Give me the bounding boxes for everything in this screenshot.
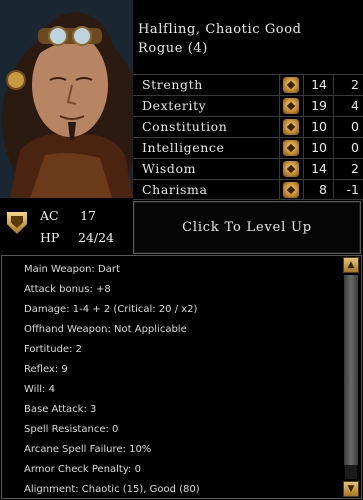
table-divider (279, 74, 280, 200)
strength-icon (283, 77, 299, 93)
list-item: Offhand Weapon: Not Applicable (24, 324, 187, 335)
ability-name: Intelligence (142, 140, 225, 155)
level-up-button[interactable]: Click To Level Up (133, 201, 361, 254)
scrollbar-thumb[interactable] (344, 275, 358, 465)
character-record-panel: Halfling, Chaotic Good Rogue (4) Strengt… (0, 0, 363, 500)
dexterity-icon (283, 98, 299, 114)
level-up-label: Click To Level Up (182, 220, 312, 235)
ability-score: 19 (311, 98, 327, 113)
scroll-up-arrow-icon[interactable]: ▲ (343, 257, 359, 273)
scroll-down-arrow-icon[interactable]: ▼ (343, 481, 359, 497)
list-item: Damage: 1-4 + 2 (Critical: 20 / x2) (24, 304, 198, 315)
ability-modifier: 0 (351, 140, 359, 155)
hp-label: HP (40, 230, 60, 245)
list-item: Armor Check Penalty: 0 (24, 464, 141, 475)
constitution-icon (283, 119, 299, 135)
list-item: Fortitude: 2 (24, 344, 83, 355)
ability-score: 8 (319, 182, 327, 197)
ability-name: Dexterity (142, 98, 207, 113)
race-alignment-text: Halfling, Chaotic Good (138, 22, 302, 37)
ability-name: Wisdom (142, 161, 197, 176)
ability-modifier: -1 (346, 182, 359, 197)
charisma-icon (283, 182, 299, 198)
character-summary: Halfling, Chaotic Good Rogue (4) (138, 20, 358, 58)
ability-row-wisdom[interactable]: Wisdom 14 2 (133, 158, 363, 179)
list-item: Main Weapon: Dart (24, 264, 120, 275)
ability-modifier: 4 (351, 98, 359, 113)
wisdom-icon (283, 161, 299, 177)
ability-name: Strength (142, 77, 203, 92)
ac-value: 17 (80, 208, 96, 223)
ability-score: 14 (311, 77, 327, 92)
list-item: Will: 4 (24, 384, 55, 395)
class-level-text: Rogue (4) (138, 41, 208, 56)
ability-name: Constitution (142, 119, 228, 134)
ability-row-dexterity[interactable]: Dexterity 19 4 (133, 95, 363, 116)
table-divider (303, 74, 304, 200)
hp-value: 24/24 (77, 230, 114, 245)
ability-row-strength[interactable]: Strength 14 2 (133, 74, 363, 95)
list-item: Attack bonus: +8 (24, 284, 111, 295)
ability-score: 10 (311, 119, 327, 134)
list-item: Reflex: 9 (24, 364, 68, 375)
list-item: Arcane Spell Failure: 10% (24, 444, 152, 455)
intelligence-icon (283, 140, 299, 156)
ability-modifier: 2 (351, 161, 359, 176)
ability-scores-table: Strength 14 2 Dexterity 19 4 Constitutio… (133, 74, 363, 200)
list-item: Spell Resistance: 0 (24, 424, 119, 435)
list-item: Base Attack: 3 (24, 404, 97, 415)
character-portrait (0, 0, 133, 198)
ability-row-constitution[interactable]: Constitution 10 0 (133, 116, 363, 137)
list-item: Alignment: Chaotic (15), Good (80) (24, 484, 200, 495)
details-scrollbar[interactable]: ▲ ▼ (343, 257, 359, 497)
ability-score: 10 (311, 140, 327, 155)
armor-shield-icon (7, 212, 27, 234)
ability-modifier: 0 (351, 119, 359, 134)
ability-row-intelligence[interactable]: Intelligence 10 0 (133, 137, 363, 158)
table-divider (333, 74, 334, 200)
ability-row-charisma[interactable]: Charisma 8 -1 (133, 179, 363, 200)
ac-label: AC (40, 208, 59, 223)
details-list: Main Weapon: Dart Attack bonus: +8 Damag… (24, 260, 200, 500)
ability-modifier: 2 (351, 77, 359, 92)
ability-name: Charisma (142, 182, 208, 197)
ability-score: 14 (311, 161, 327, 176)
combat-details-panel: Main Weapon: Dart Attack bonus: +8 Damag… (1, 255, 362, 499)
